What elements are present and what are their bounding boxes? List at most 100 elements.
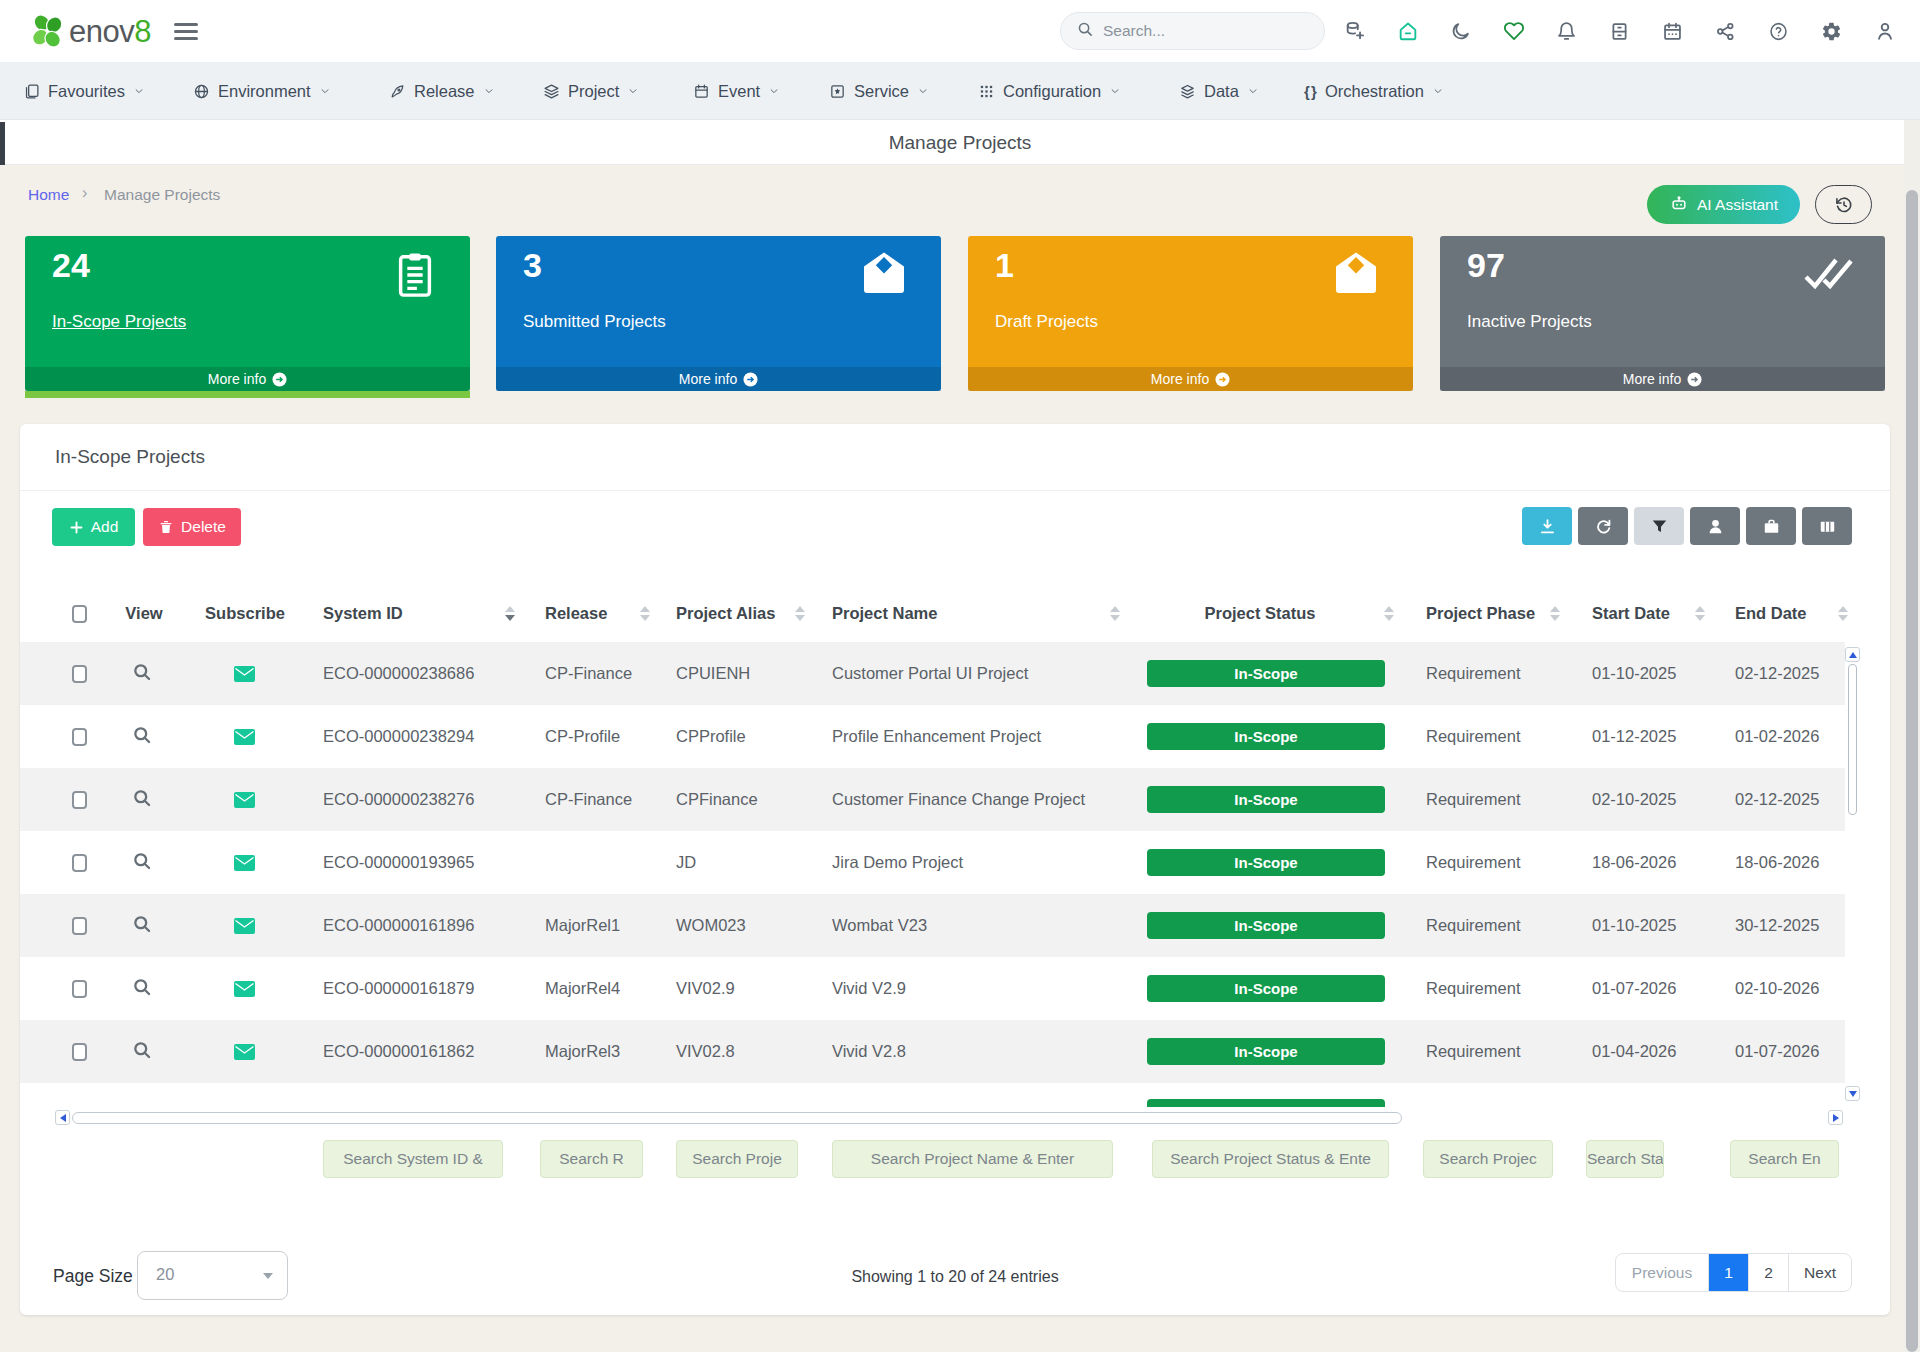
column-search-input[interactable] [323, 1140, 503, 1178]
view-icon[interactable] [132, 1040, 153, 1065]
table-scroll-down-button[interactable] [1845, 1086, 1860, 1101]
view-icon[interactable] [132, 788, 153, 813]
subscribe-envelope-icon[interactable] [234, 792, 255, 812]
sort-icon[interactable] [795, 606, 805, 622]
logo[interactable]: enov8 [29, 13, 151, 50]
column-header-project-phase[interactable]: Project Phase [1426, 585, 1535, 642]
more-info-link[interactable]: More info [496, 367, 941, 391]
table-scroll-up-button[interactable] [1845, 647, 1860, 662]
stat-card-submitted-projects[interactable]: 3Submitted ProjectsMore info [496, 236, 941, 391]
home-icon[interactable] [1381, 0, 1434, 62]
column-header-release[interactable]: Release [545, 585, 607, 642]
table-horizontal-scrollbar[interactable] [72, 1112, 1402, 1124]
column-search-input[interactable] [1423, 1140, 1553, 1178]
column-header-start-date[interactable]: Start Date [1592, 585, 1670, 642]
column-header-project-status[interactable]: Project Status [1110, 585, 1410, 642]
user-button[interactable] [1690, 507, 1740, 545]
subscribe-envelope-icon[interactable] [234, 855, 255, 875]
more-info-link[interactable]: More info [968, 367, 1413, 391]
nav-item-release[interactable]: Release [389, 62, 494, 120]
subscribe-envelope-icon[interactable] [234, 729, 255, 749]
table-scroll-left-button[interactable] [55, 1110, 70, 1125]
share-icon[interactable] [1699, 0, 1752, 62]
breadcrumb-home-link[interactable]: Home [28, 186, 69, 204]
subscribe-envelope-icon[interactable] [234, 981, 255, 1001]
filter-button[interactable] [1634, 507, 1684, 545]
table-row[interactable]: ECO-000000238276CP-FinanceCPFinanceCusto… [20, 768, 1845, 831]
pagination-page-1[interactable]: 1 [1709, 1254, 1749, 1292]
more-info-link[interactable]: More info [1440, 367, 1885, 391]
column-header-end-date[interactable]: End Date [1735, 585, 1807, 642]
table-row[interactable]: ECO-000000161862MajorRel3VIV02.8Vivid V2… [20, 1020, 1845, 1083]
row-checkbox[interactable] [72, 1043, 87, 1061]
row-checkbox[interactable] [72, 728, 87, 746]
nav-item-project[interactable]: Project [543, 62, 638, 120]
notifications-bell-icon[interactable] [1540, 0, 1593, 62]
favourites-heart-icon[interactable] [1487, 0, 1540, 62]
table-row[interactable]: ECO-000000161879MajorRel4VIV02.9Vivid V2… [20, 957, 1845, 1020]
pagination-previous[interactable]: Previous [1616, 1254, 1709, 1292]
subscribe-envelope-icon[interactable] [234, 666, 255, 686]
stat-label[interactable]: In-Scope Projects [52, 312, 186, 332]
sort-icon[interactable] [505, 606, 515, 622]
sort-icon[interactable] [640, 606, 650, 622]
view-icon[interactable] [132, 914, 153, 939]
archive-cabinet-icon[interactable] [1593, 0, 1646, 62]
sort-icon[interactable] [1110, 606, 1120, 622]
table-row[interactable]: ECO-000000238294CP-ProfileCPProfileProfi… [20, 705, 1845, 768]
table-scroll-right-button[interactable] [1828, 1110, 1843, 1125]
sort-icon[interactable] [1550, 606, 1560, 622]
view-icon[interactable] [132, 851, 153, 876]
pagination-page-2[interactable]: 2 [1749, 1254, 1789, 1292]
add-button[interactable]: Add [52, 508, 135, 546]
refresh-button[interactable] [1578, 507, 1628, 545]
table-row[interactable]: ECO-000000238686CP-FinanceCPUIENHCustome… [20, 642, 1845, 705]
columns-button[interactable] [1802, 507, 1852, 545]
dark-mode-moon-icon[interactable] [1434, 0, 1487, 62]
page-scrollbar[interactable] [1904, 120, 1920, 1352]
page-size-select[interactable]: 20 [137, 1251, 288, 1300]
row-checkbox[interactable] [72, 854, 87, 872]
more-info-link[interactable]: More info [25, 367, 470, 391]
sort-icon[interactable] [1695, 606, 1705, 622]
stat-card-inactive-projects[interactable]: 97Inactive ProjectsMore info [1440, 236, 1885, 391]
stat-card-draft-projects[interactable]: 1Draft ProjectsMore info [968, 236, 1413, 391]
row-checkbox[interactable] [72, 665, 87, 683]
stat-card-in-scope-projects[interactable]: 24In-Scope ProjectsMore info [25, 236, 470, 391]
view-icon[interactable] [132, 977, 153, 1002]
nav-item-environment[interactable]: Environment [193, 62, 330, 120]
pagination-next[interactable]: Next [1789, 1254, 1851, 1292]
history-button[interactable] [1815, 185, 1872, 224]
table-row[interactable]: ECO-000000193965JDJira Demo ProjectIn-Sc… [20, 831, 1845, 894]
column-header-project-alias[interactable]: Project Alias [676, 585, 775, 642]
subscribe-envelope-icon[interactable] [234, 918, 255, 938]
row-checkbox[interactable] [72, 917, 87, 935]
delete-button[interactable]: Delete [143, 508, 241, 546]
nav-item-configuration[interactable]: Configuration [978, 62, 1120, 120]
column-search-input[interactable] [1152, 1140, 1389, 1178]
user-coins-icon[interactable] [1328, 0, 1381, 62]
column-search-input[interactable] [1586, 1140, 1664, 1178]
table-row[interactable]: ECO-000000161896MajorRel1WOM023Wombat V2… [20, 894, 1845, 957]
column-search-input[interactable] [676, 1140, 798, 1178]
nav-item-data[interactable]: Data [1179, 62, 1258, 120]
row-checkbox[interactable] [72, 791, 87, 809]
view-icon[interactable] [132, 725, 153, 750]
table-vertical-scrollbar[interactable] [1848, 664, 1857, 815]
ai-assistant-button[interactable]: AI Assistant [1647, 185, 1800, 224]
nav-item-event[interactable]: Event [693, 62, 779, 120]
row-checkbox[interactable] [72, 980, 87, 998]
help-icon[interactable] [1752, 0, 1805, 62]
sort-icon[interactable] [1384, 606, 1394, 622]
subscribe-envelope-icon[interactable] [234, 1044, 255, 1064]
sort-icon[interactable] [1838, 606, 1848, 622]
nav-item-favourites[interactable]: Favourites [23, 62, 144, 120]
column-search-input[interactable] [832, 1140, 1113, 1178]
column-search-input[interactable] [540, 1140, 643, 1178]
menu-toggle-icon[interactable] [174, 23, 198, 41]
calendar-icon[interactable] [1646, 0, 1699, 62]
column-header-system-id[interactable]: System ID [323, 585, 403, 642]
export-download-button[interactable] [1522, 507, 1572, 545]
user-profile-icon[interactable] [1858, 0, 1911, 62]
settings-gear-icon[interactable] [1805, 0, 1858, 62]
